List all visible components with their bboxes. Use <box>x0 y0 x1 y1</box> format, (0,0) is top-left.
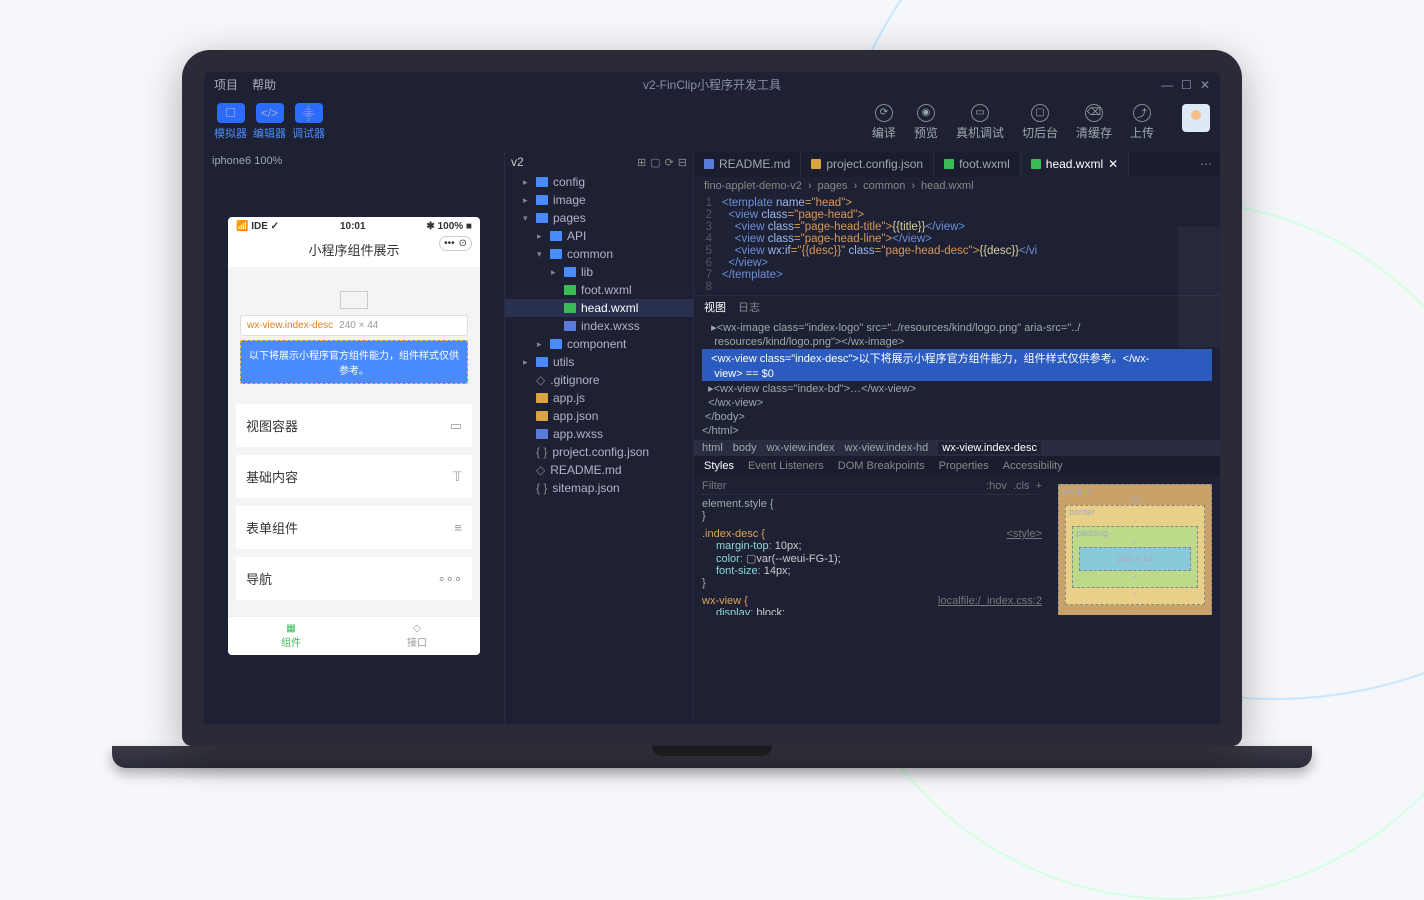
menu-help[interactable]: 帮助 <box>252 76 276 93</box>
tabbar-api[interactable]: ◇接口 <box>354 617 480 655</box>
tree-file[interactable]: foot.wxml <box>505 281 693 299</box>
tree-file[interactable]: app.json <box>505 407 693 425</box>
editor-tab[interactable]: project.config.json <box>801 151 934 177</box>
devtools: 视图 日志 ▸<wx-image class="index-logo" src=… <box>694 295 1220 615</box>
tooltab-editor[interactable]: </>编辑器 <box>253 103 286 141</box>
tree-file[interactable]: index.wxss <box>505 317 693 335</box>
phone-status-left: 📶 IDE ✓ <box>236 221 279 232</box>
collapse-icon[interactable]: ⊟ <box>678 156 687 169</box>
editor-tabs: README.md project.config.json foot.wxml … <box>694 151 1220 177</box>
styles-pane[interactable]: Filter :hov .cls + element.style {} <sty… <box>694 476 1050 615</box>
tree-file[interactable]: ◇README.md <box>505 461 693 479</box>
phone-preview: 📶 IDE ✓ 10:01 ✱ 100% ■ 小程序组件展示 •••⊙ wx-v… <box>228 217 480 655</box>
editor-more-icon[interactable]: ⋯ <box>1192 157 1220 171</box>
devtools-subtab-a11y[interactable]: Accessibility <box>1003 460 1063 472</box>
minimap[interactable] <box>1178 227 1220 347</box>
new-file-icon[interactable]: ⊞ <box>637 156 646 169</box>
phone-status-time: 10:01 <box>340 221 366 232</box>
action-background[interactable]: ▢切后台 <box>1022 104 1058 141</box>
phone-status-right: ✱ 100% ■ <box>426 221 472 232</box>
action-realdevice[interactable]: ▭真机调试 <box>956 104 1004 141</box>
close-tab-icon[interactable]: ✕ <box>1108 157 1118 171</box>
list-item[interactable]: 表单组件≡ <box>236 506 472 549</box>
window-title: v2-FinClip小程序开发工具 <box>643 76 781 93</box>
breadcrumb: fino-applet-demo-v2› pages› common› head… <box>694 177 1220 195</box>
laptop-frame: 项目 帮助 v2-FinClip小程序开发工具 — ☐ ✕ ☐模拟器 </>编辑… <box>182 50 1242 768</box>
tree-folder[interactable]: ▸image <box>505 191 693 209</box>
tree-file[interactable]: app.js <box>505 389 693 407</box>
tree-folder[interactable]: ▸config <box>505 173 693 191</box>
tree-file[interactable]: ◇.gitignore <box>505 371 693 389</box>
menu-project[interactable]: 项目 <box>214 76 238 93</box>
window-close-icon[interactable]: ✕ <box>1200 78 1210 92</box>
editor-panel: README.md project.config.json foot.wxml … <box>694 151 1220 724</box>
editor-tab-active[interactable]: head.wxml✕ <box>1021 151 1129 177</box>
file-explorer: v2 ⊞ ▢ ⟳ ⊟ ▸config ▸image ▾pages ▸API <box>504 151 694 724</box>
tree-folder[interactable]: ▾common <box>505 245 693 263</box>
ide-window: 项目 帮助 v2-FinClip小程序开发工具 — ☐ ✕ ☐模拟器 </>编辑… <box>204 72 1220 724</box>
tree-file[interactable]: { }project.config.json <box>505 443 693 461</box>
list-item[interactable]: 视图容器▭ <box>236 404 472 447</box>
simulator-panel: iphone6 100% 📶 IDE ✓ 10:01 ✱ 100% ■ 小程序组… <box>204 151 504 724</box>
box-model: margin10 border- padding- 240 × 44 - - - <box>1050 476 1220 615</box>
devtools-tab-view[interactable]: 视图 <box>704 299 726 315</box>
simulator-device-label: iphone6 100% <box>204 151 504 171</box>
tree-file[interactable]: app.wxss <box>505 425 693 443</box>
logo-placeholder-icon <box>340 291 368 309</box>
phone-page-title: 小程序组件展示 <box>308 243 399 258</box>
editor-tab[interactable]: foot.wxml <box>934 151 1021 177</box>
tree-folder[interactable]: ▸API <box>505 227 693 245</box>
devtools-tab-log[interactable]: 日志 <box>738 299 760 315</box>
refresh-icon[interactable]: ⟳ <box>665 156 674 169</box>
action-compile[interactable]: ⟳编译 <box>872 104 896 141</box>
editor-tab[interactable]: README.md <box>694 151 801 177</box>
window-maximize-icon[interactable]: ☐ <box>1181 78 1192 92</box>
explorer-root[interactable]: v2 <box>511 155 524 169</box>
list-item[interactable]: 导航∘∘∘ <box>236 557 472 600</box>
inspect-tooltip: wx-view.index-desc 240 × 44 <box>240 315 468 336</box>
list-item[interactable]: 基础内容𝕋 <box>236 455 472 498</box>
devtools-subtab-dombp[interactable]: DOM Breakpoints <box>838 460 925 472</box>
tree-folder[interactable]: ▸lib <box>505 263 693 281</box>
new-folder-icon[interactable]: ▢ <box>650 156 660 169</box>
capsule-menu[interactable]: •••⊙ <box>439 236 472 251</box>
user-avatar[interactable] <box>1182 104 1210 132</box>
tree-folder[interactable]: ▾pages <box>505 209 693 227</box>
tree-file-active[interactable]: head.wxml <box>505 299 693 317</box>
toolbar: ☐模拟器 </>编辑器 ⸎调试器 ⟳编译 ◉预览 ▭真机调试 ▢切后台 ⌫清缓存… <box>204 97 1220 151</box>
devtools-subtab-listeners[interactable]: Event Listeners <box>748 460 824 472</box>
tree-folder[interactable]: ▸component <box>505 335 693 353</box>
window-minimize-icon[interactable]: — <box>1161 78 1173 92</box>
tree-folder[interactable]: ▸utils <box>505 353 693 371</box>
tabbar-component[interactable]: ▦组件 <box>228 617 354 655</box>
highlighted-element[interactable]: 以下将展示小程序官方组件能力，组件样式仅供参考。 <box>240 340 468 384</box>
devtools-subtab-styles[interactable]: Styles <box>704 460 734 472</box>
action-upload[interactable]: ⤴上传 <box>1130 104 1154 141</box>
dom-tree[interactable]: ▸<wx-image class="index-logo" src="../re… <box>694 318 1220 440</box>
code-editor[interactable]: 1<template name="head"> 2 <view class="p… <box>694 195 1220 295</box>
styles-filter[interactable]: Filter <box>702 480 726 492</box>
tree-file[interactable]: { }sitemap.json <box>505 479 693 497</box>
menubar: 项目 帮助 v2-FinClip小程序开发工具 — ☐ ✕ <box>204 72 1220 97</box>
action-clearcache[interactable]: ⌫清缓存 <box>1076 104 1112 141</box>
dom-breadcrumb[interactable]: html body wx-view.index wx-view.index-hd… <box>694 440 1220 456</box>
action-preview[interactable]: ◉预览 <box>914 104 938 141</box>
devtools-subtab-props[interactable]: Properties <box>939 460 989 472</box>
tooltab-debugger[interactable]: ⸎调试器 <box>292 103 325 141</box>
tooltab-simulator[interactable]: ☐模拟器 <box>214 103 247 141</box>
